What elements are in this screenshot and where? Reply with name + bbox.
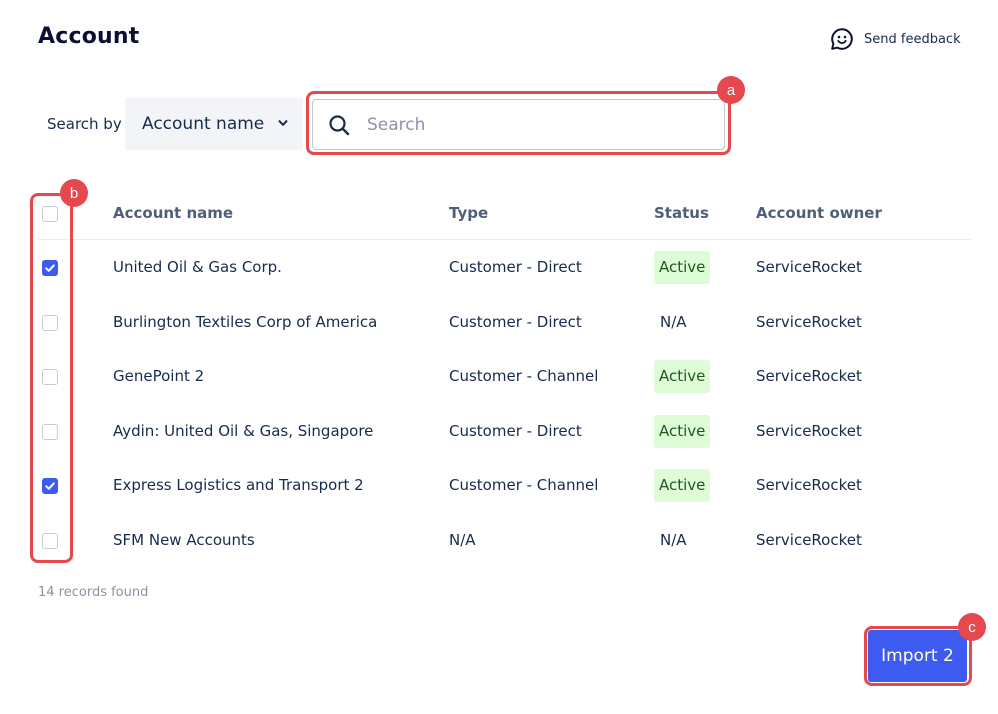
- column-header-account-name[interactable]: Account name: [113, 204, 233, 222]
- records-found-count: 14 records found: [38, 585, 149, 600]
- status-badge: Active: [654, 415, 711, 448]
- account-name-cell: Aydin: United Oil & Gas, Singapore: [113, 422, 374, 440]
- status-cell: N/A: [660, 313, 687, 331]
- page-title: Account: [38, 24, 140, 49]
- header-divider: [38, 239, 971, 240]
- account-name-cell: United Oil & Gas Corp.: [113, 258, 282, 276]
- column-header-type[interactable]: Type: [449, 204, 488, 222]
- account-name-cell: Burlington Textiles Corp of America: [113, 313, 378, 331]
- row-checkbox[interactable]: [42, 369, 58, 385]
- row-checkbox[interactable]: [42, 533, 58, 549]
- annotation-badge-b: b: [60, 179, 88, 207]
- column-header-status[interactable]: Status: [654, 204, 709, 222]
- row-checkbox[interactable]: [42, 315, 58, 331]
- type-cell: Customer - Direct: [449, 422, 582, 440]
- check-icon: [45, 264, 55, 272]
- account-owner-cell: ServiceRocket: [756, 367, 862, 385]
- table-row[interactable]: GenePoint 2 Customer - Channel Active Servi…: [0, 350, 998, 404]
- account-name-cell: GenePoint 2: [113, 367, 205, 385]
- status-badge: Active: [654, 469, 711, 502]
- type-cell: Customer - Channel: [449, 476, 599, 494]
- row-checkbox[interactable]: [42, 424, 58, 440]
- search-input[interactable]: [365, 113, 689, 136]
- search-icon: [329, 114, 350, 135]
- status-badge: Active: [654, 360, 711, 393]
- column-header-account-owner[interactable]: Account owner: [756, 204, 882, 222]
- smiley-chat-icon: [831, 28, 853, 50]
- type-cell: Customer - Direct: [449, 313, 582, 331]
- table-row[interactable]: Aydin: United Oil & Gas, Singapore Custom…: [0, 405, 998, 459]
- type-cell: Customer - Direct: [449, 258, 582, 276]
- check-icon: [45, 482, 55, 490]
- type-cell: N/A: [449, 531, 476, 549]
- search-field-select[interactable]: Account name: [125, 98, 303, 150]
- import-button[interactable]: Import 2: [868, 630, 967, 682]
- chevron-down-icon: [278, 120, 288, 126]
- account-name-cell: SFM New Accounts: [113, 531, 255, 549]
- table-row[interactable]: Express Logistics and Transport 2 Custome…: [0, 459, 998, 513]
- search-box[interactable]: [312, 99, 725, 150]
- status-badge: Active: [654, 251, 711, 284]
- send-feedback-link[interactable]: Send feedback: [830, 27, 961, 51]
- select-all-checkbox[interactable]: [42, 206, 58, 222]
- table-row[interactable]: SFM New Accounts N/A N/A ServiceRocket: [0, 514, 998, 568]
- annotation-badge-c: c: [958, 613, 986, 641]
- search-field-value: Account name: [142, 114, 265, 134]
- status-cell: N/A: [660, 531, 687, 549]
- row-checkbox[interactable]: [42, 260, 58, 276]
- row-checkbox[interactable]: [42, 478, 58, 494]
- table-row[interactable]: Burlington Textiles Corp of America Custo…: [0, 296, 998, 350]
- annotation-badge-a: a: [717, 76, 745, 104]
- table-row[interactable]: United Oil & Gas Corp. Customer - Direct A…: [0, 241, 998, 295]
- account-owner-cell: ServiceRocket: [756, 422, 862, 440]
- search-by-label: Search by: [47, 115, 122, 133]
- account-name-cell: Express Logistics and Transport 2: [113, 476, 364, 494]
- account-owner-cell: ServiceRocket: [756, 531, 862, 549]
- send-feedback-label: Send feedback: [864, 31, 961, 47]
- account-owner-cell: ServiceRocket: [756, 476, 862, 494]
- account-owner-cell: ServiceRocket: [756, 258, 862, 276]
- type-cell: Customer - Channel: [449, 367, 599, 385]
- account-owner-cell: ServiceRocket: [756, 313, 862, 331]
